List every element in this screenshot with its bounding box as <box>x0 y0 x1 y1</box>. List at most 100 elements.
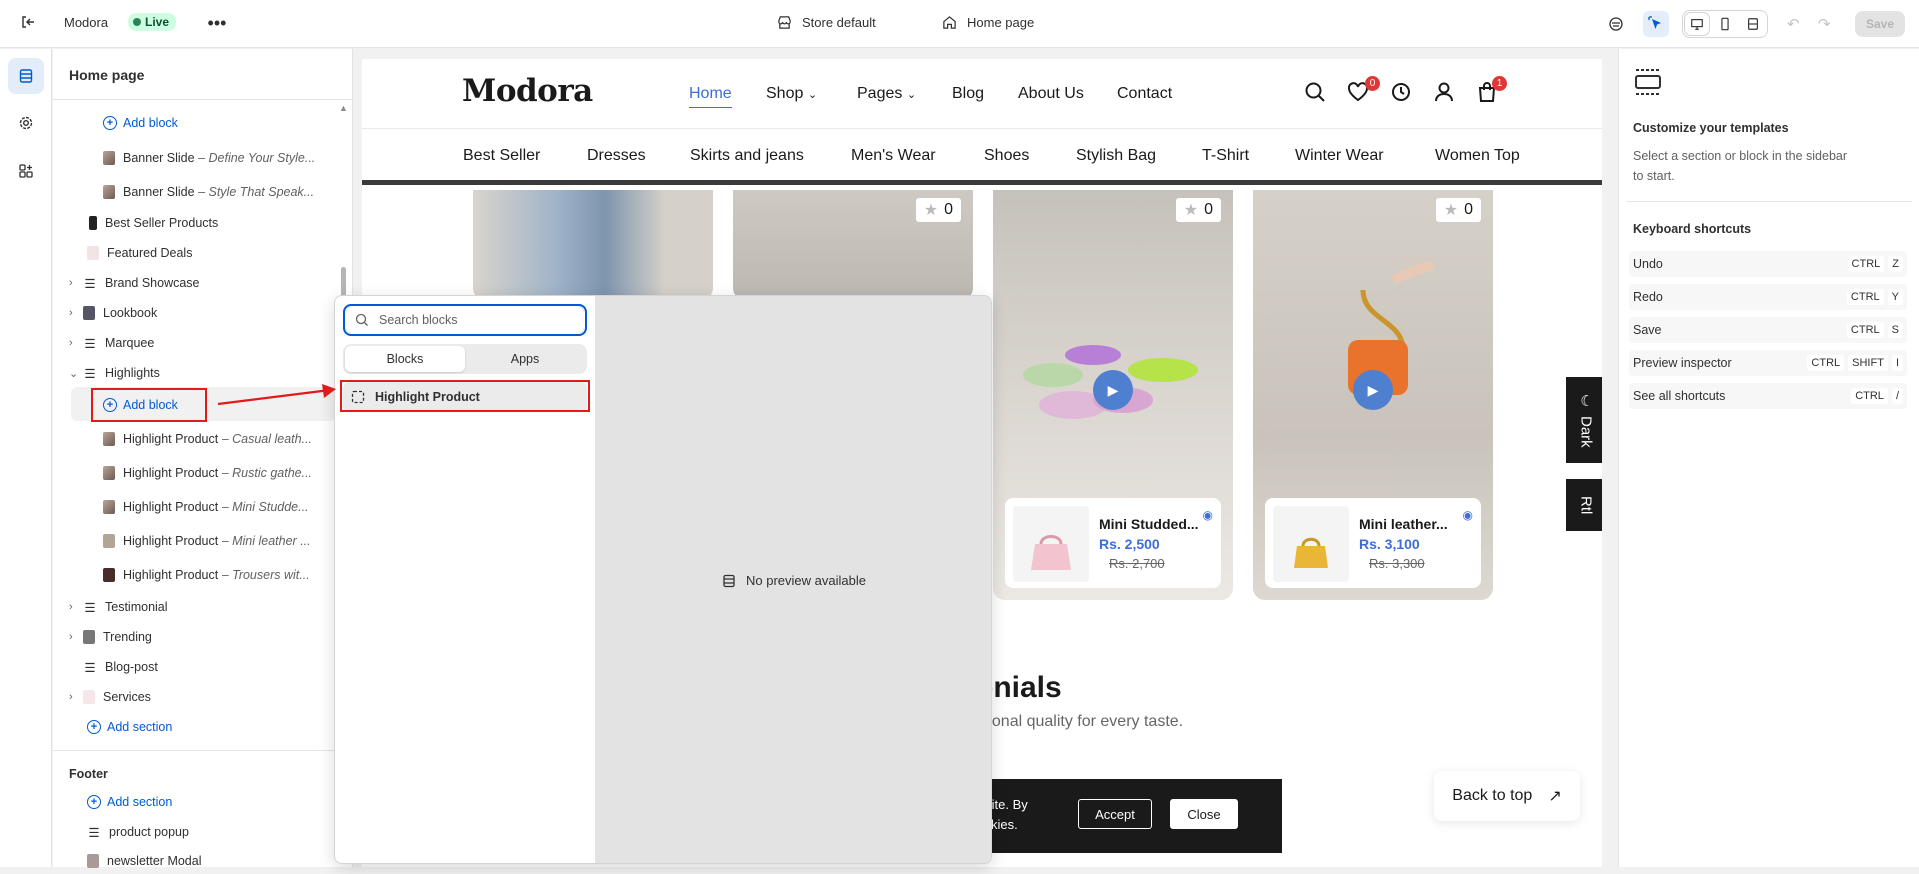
section-icon <box>723 574 735 587</box>
undo-icon[interactable]: ↶ <box>1787 15 1800 33</box>
product-old-price: Rs. 3,300 <box>1369 556 1425 571</box>
tab-blocks[interactable]: Blocks <box>345 346 465 372</box>
nav-contact[interactable]: Contact <box>1117 85 1172 103</box>
tree-item-best-seller[interactable]: Best Seller Products <box>87 210 218 236</box>
history-icon[interactable] <box>1390 81 1412 109</box>
tree-item-blog-post[interactable]: ☰ Blog-post <box>83 654 157 680</box>
chevron-right-icon[interactable]: › <box>69 337 83 349</box>
play-video-icon[interactable]: ▶ <box>1353 370 1393 410</box>
save-button[interactable]: Save <box>1855 11 1905 37</box>
product-name[interactable]: Mini leather... <box>1359 516 1448 532</box>
chevron-right-icon[interactable]: › <box>69 691 83 703</box>
chevron-right-icon[interactable]: › <box>69 277 83 289</box>
top-bar: Modora Live ••• Store default Home page … <box>0 0 1919 48</box>
category-mens-wear[interactable]: Men's Wear <box>851 147 936 165</box>
chevron-right-icon[interactable]: › <box>69 631 83 643</box>
back-to-top-button[interactable]: Back to top ↗ <box>1434 771 1580 821</box>
tree-item-featured-deals[interactable]: Featured Deals <box>87 240 192 266</box>
tree-item-highlight-product-3[interactable]: Highlight Product – Mini Studde... <box>103 494 339 520</box>
tree-item-trending[interactable]: › Trending <box>69 624 152 650</box>
divider <box>53 750 353 751</box>
redo-icon[interactable]: ↷ <box>1818 15 1831 33</box>
search-icon[interactable] <box>1304 81 1326 109</box>
tree-item-brand-showcase[interactable]: › ☰ Brand Showcase <box>69 270 200 296</box>
inspector-icon[interactable] <box>1603 11 1629 37</box>
tree-item-highlights[interactable]: ⌄ ☰ Highlights <box>69 360 160 386</box>
plus-circle-icon: + <box>87 795 101 809</box>
tree-item-highlight-product-5[interactable]: Highlight Product – Trousers wit... <box>103 562 339 588</box>
mobile-icon[interactable] <box>1713 13 1737 35</box>
tree-item-testimonial[interactable]: › ☰ Testimonial <box>69 594 168 620</box>
fullscreen-icon[interactable] <box>1741 13 1765 35</box>
section-icon: ☰ <box>84 600 96 615</box>
shortcuts-title: Keyboard shortcuts <box>1633 222 1752 236</box>
footer-add-section-button[interactable]: + Add section <box>87 789 172 815</box>
add-section-button[interactable]: + Add section <box>87 714 172 740</box>
desktop-icon[interactable] <box>1685 13 1709 35</box>
product-card-bag[interactable]: ★ 0 ▶ Mini leather... Rs. 3,100 Rs. 3,300… <box>1253 190 1493 600</box>
quick-view-eye-icon[interactable]: ◉ <box>1203 508 1213 522</box>
search-blocks-input[interactable]: Search blocks <box>343 304 587 336</box>
category-dresses[interactable]: Dresses <box>587 147 646 165</box>
shortcut-see-all[interactable]: See all shortcuts CTRL / <box>1629 383 1907 409</box>
nav-home[interactable]: Home <box>689 85 732 108</box>
customize-title: Customize your templates <box>1633 121 1789 135</box>
category-winter-wear[interactable]: Winter Wear <box>1295 147 1384 165</box>
tree-item-highlight-product-2[interactable]: Highlight Product – Rustic gathe... <box>103 460 339 486</box>
add-block-top[interactable]: + Add block <box>103 110 178 136</box>
more-horizontal-icon[interactable]: ••• <box>204 10 230 36</box>
dark-mode-tab[interactable]: ☾ Dark <box>1566 377 1602 463</box>
nav-blog[interactable]: Blog <box>952 85 984 103</box>
store-logo[interactable]: Modora <box>462 73 593 109</box>
section-icon: ☰ <box>84 276 96 291</box>
chevron-down-icon: ⌄ <box>807 89 818 101</box>
customize-description: Select a section or block in the sidebar… <box>1633 149 1848 183</box>
arrow-up-right-icon: ↗ <box>1548 788 1562 805</box>
category-skirts-jeans[interactable]: Skirts and jeans <box>690 147 804 165</box>
tree-item-product-popup[interactable]: ☰ product popup <box>87 819 189 845</box>
sections-icon[interactable] <box>8 58 44 94</box>
tree-item-marquee[interactable]: › ☰ Marquee <box>69 330 154 356</box>
cookie-accept-button[interactable]: Accept <box>1078 799 1152 829</box>
product-image-model[interactable]: ★ 0 <box>733 190 973 300</box>
product-mini-card[interactable]: Mini leather... Rs. 3,100 Rs. 3,300 ◉ <box>1265 498 1481 588</box>
tree-item-banner-slide-2[interactable]: Banner Slide – Style That Speak... <box>103 179 339 205</box>
tree-item-highlight-product-4[interactable]: Highlight Product – Mini leather ... <box>103 528 339 554</box>
scroll-up-icon[interactable]: ▲ <box>339 103 348 113</box>
nav-shop[interactable]: Shop ⌄ <box>766 85 817 103</box>
rtl-tab[interactable]: Rtl <box>1566 479 1602 531</box>
category-women-top[interactable]: Women Top <box>1435 147 1520 165</box>
store-selector[interactable]: Store default <box>777 15 876 30</box>
template-section-icon <box>1633 67 1663 100</box>
product-name[interactable]: Mini Studded... <box>1099 516 1199 532</box>
select-cursor-icon[interactable] <box>1643 11 1669 37</box>
quick-view-eye-icon[interactable]: ◉ <box>1463 508 1473 522</box>
product-image-jeans[interactable] <box>473 190 713 300</box>
tree-item-newsletter[interactable]: newsletter Modal <box>87 848 202 874</box>
nav-pages[interactable]: Pages ⌄ <box>857 85 916 103</box>
category-best-seller[interactable]: Best Seller <box>463 147 540 165</box>
apps-icon[interactable] <box>8 153 44 189</box>
tree-item-services[interactable]: › Services <box>69 684 151 710</box>
settings-gear-icon[interactable] <box>8 105 44 141</box>
account-icon[interactable] <box>1433 81 1455 109</box>
tree-item-banner-slide-1[interactable]: Banner Slide – Define Your Style... <box>103 145 339 171</box>
category-shoes[interactable]: Shoes <box>984 147 1029 165</box>
moon-icon: ☾ <box>1578 392 1595 411</box>
tab-apps[interactable]: Apps <box>465 346 585 372</box>
live-badge: Live <box>128 13 177 31</box>
exit-icon[interactable] <box>20 14 36 30</box>
play-video-icon[interactable]: ▶ <box>1093 370 1133 410</box>
page-selector[interactable]: Home page <box>942 15 1034 30</box>
tree-item-lookbook[interactable]: › Lookbook <box>69 300 157 326</box>
category-tshirt[interactable]: T-Shirt <box>1202 147 1249 165</box>
cookie-close-button[interactable]: Close <box>1170 799 1238 829</box>
nav-about[interactable]: About Us <box>1018 85 1084 103</box>
chevron-right-icon[interactable]: › <box>69 601 83 613</box>
product-card-sandals[interactable]: ★ 0 ▶ Mini Studded... Rs. 2,500 Rs. 2,700… <box>993 190 1233 600</box>
category-stylish-bag[interactable]: Stylish Bag <box>1076 147 1156 165</box>
chevron-down-icon[interactable]: ⌄ <box>69 367 83 380</box>
chevron-right-icon[interactable]: › <box>69 307 83 319</box>
product-mini-card[interactable]: Mini Studded... Rs. 2,500 Rs. 2,700 ◉ <box>1005 498 1221 588</box>
tree-item-highlight-product-1[interactable]: Highlight Product – Casual leath... <box>103 426 339 452</box>
